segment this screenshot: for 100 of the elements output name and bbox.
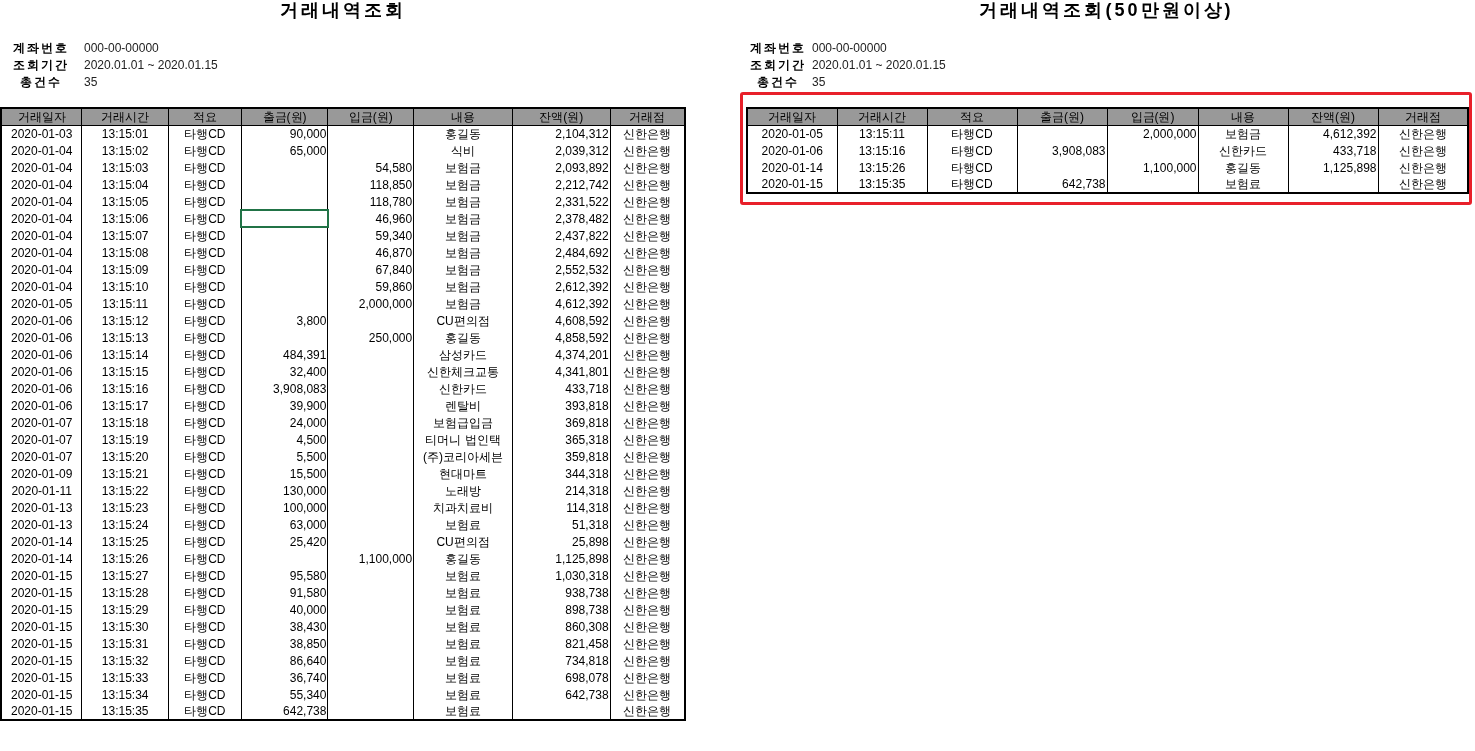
table-cell: 신한은행 (610, 295, 685, 312)
table-cell: 4,858,592 (512, 329, 611, 346)
table-cell: 삼성카드 (413, 346, 513, 363)
table-cell: 타행CD (168, 142, 242, 159)
table-cell: 67,840 (327, 261, 414, 278)
table-cell: 214,318 (512, 482, 611, 499)
table-cell: 114,318 (512, 499, 611, 516)
table-cell: 13:15:33 (81, 669, 169, 686)
table-cell: 신한은행 (1378, 176, 1468, 193)
table-cell: 2020-01-15 (1, 703, 82, 720)
table-cell: 13:15:35 (81, 703, 169, 720)
table-cell: 2020-01-06 (1, 346, 82, 363)
table-cell: 타행CD (168, 414, 242, 431)
table-cell: 118,780 (327, 193, 414, 210)
table-cell: 2,552,532 (512, 261, 611, 278)
table-cell: 13:15:01 (81, 125, 169, 142)
table-cell: 55,340 (241, 686, 328, 703)
table-cell: 13:15:06 (81, 210, 169, 227)
table-cell: 4,500 (241, 431, 328, 448)
table-cell: 250,000 (327, 329, 414, 346)
table-cell: 타행CD (168, 159, 242, 176)
table-cell: 타행CD (927, 142, 1017, 159)
column-header: 출금(원) (1017, 108, 1107, 125)
table-cell: 2,212,742 (512, 176, 611, 193)
table-cell: 타행CD (168, 210, 242, 227)
table-cell: 2,104,312 (512, 125, 611, 142)
info-value: 000-00-00000 (83, 39, 159, 57)
table-cell: 신한은행 (610, 550, 685, 567)
table-cell: 보험급입금 (413, 414, 513, 431)
table-cell: 신한은행 (610, 584, 685, 601)
table-cell: 티머니 법인택 (413, 431, 513, 448)
table-cell: 보험금 (413, 244, 513, 261)
table-cell: 타행CD (168, 295, 242, 312)
table-cell: 433,718 (1288, 142, 1378, 159)
table-cell: 13:15:24 (81, 516, 169, 533)
table-cell: 보험금 (413, 176, 513, 193)
table-cell: 2020-01-11 (1, 482, 82, 499)
column-header: 내용 (1198, 108, 1288, 125)
table-cell: 신한은행 (1378, 159, 1468, 176)
table-cell: 신한은행 (610, 380, 685, 397)
table-cell: 보험료 (413, 618, 513, 635)
table-cell: 13:15:02 (81, 142, 169, 159)
table-cell: 2,612,392 (512, 278, 611, 295)
table-cell: CU편의점 (413, 312, 513, 329)
table-cell: 100,000 (241, 499, 328, 516)
table-cell: 2020-01-06 (1, 312, 82, 329)
table-cell: 2020-01-04 (1, 176, 82, 193)
table-cell: 보험료 (413, 567, 513, 584)
table-cell: 5,500 (241, 448, 328, 465)
table-cell: 보험료 (413, 601, 513, 618)
table-cell: 4,608,592 (512, 312, 611, 329)
table-cell: 신한은행 (1378, 142, 1468, 159)
table-cell: 2,093,892 (512, 159, 611, 176)
table-cell: 13:15:05 (81, 193, 169, 210)
table-cell: 2020-01-15 (1, 601, 82, 618)
table-cell: 13:15:03 (81, 159, 169, 176)
table-cell: 63,000 (241, 516, 328, 533)
table-cell: 타행CD (168, 448, 242, 465)
table-cell: 2020-01-15 (1, 635, 82, 652)
table-cell: 타행CD (168, 550, 242, 567)
table-cell: 신한은행 (610, 329, 685, 346)
table-cell: 2020-01-09 (1, 465, 82, 482)
table-cell: 2020-01-07 (1, 431, 82, 448)
table-cell: 433,718 (512, 380, 611, 397)
table-cell: 타행CD (168, 618, 242, 635)
table-cell: 13:15:25 (81, 533, 169, 550)
table-cell: 홍길동 (1198, 159, 1288, 176)
table-cell: 타행CD (168, 227, 242, 244)
table-cell: 13:15:17 (81, 397, 169, 414)
table-cell: 신한은행 (610, 125, 685, 142)
table-cell: 13:15:16 (837, 142, 927, 159)
table-cell: 13:15:30 (81, 618, 169, 635)
column-header: 거래점 (1378, 108, 1468, 125)
table-cell: 2020-01-13 (1, 499, 82, 516)
table-cell: 타행CD (168, 346, 242, 363)
table-cell: 타행CD (927, 176, 1017, 193)
table-cell: 698,078 (512, 669, 611, 686)
table-cell: 369,818 (512, 414, 611, 431)
table-cell: 타행CD (168, 329, 242, 346)
table-cell: 보험료 (413, 669, 513, 686)
table-cell: 보험료 (413, 635, 513, 652)
table-cell: 2020-01-15 (747, 176, 837, 193)
table-cell: 1,125,898 (512, 550, 611, 567)
table-cell: 13:15:27 (81, 567, 169, 584)
column-header: 거래점 (610, 108, 685, 125)
table-cell: 보험료 (413, 703, 513, 720)
table-cell: 365,318 (512, 431, 611, 448)
table-cell: 보험료 (413, 516, 513, 533)
table-cell: 860,308 (512, 618, 611, 635)
table-cell: 2020-01-06 (1, 380, 82, 397)
table-cell: 2020-01-15 (1, 669, 82, 686)
table-cell: 484,391 (241, 346, 328, 363)
table-cell: 신한은행 (610, 159, 685, 176)
table-cell: 보험금 (413, 261, 513, 278)
table-cell: 898,738 (512, 601, 611, 618)
table-cell: 보험금 (413, 210, 513, 227)
table-cell: 타행CD (168, 584, 242, 601)
table-cell: 2020-01-04 (1, 227, 82, 244)
table-cell: 신한은행 (610, 261, 685, 278)
table-cell: 15,500 (241, 465, 328, 482)
